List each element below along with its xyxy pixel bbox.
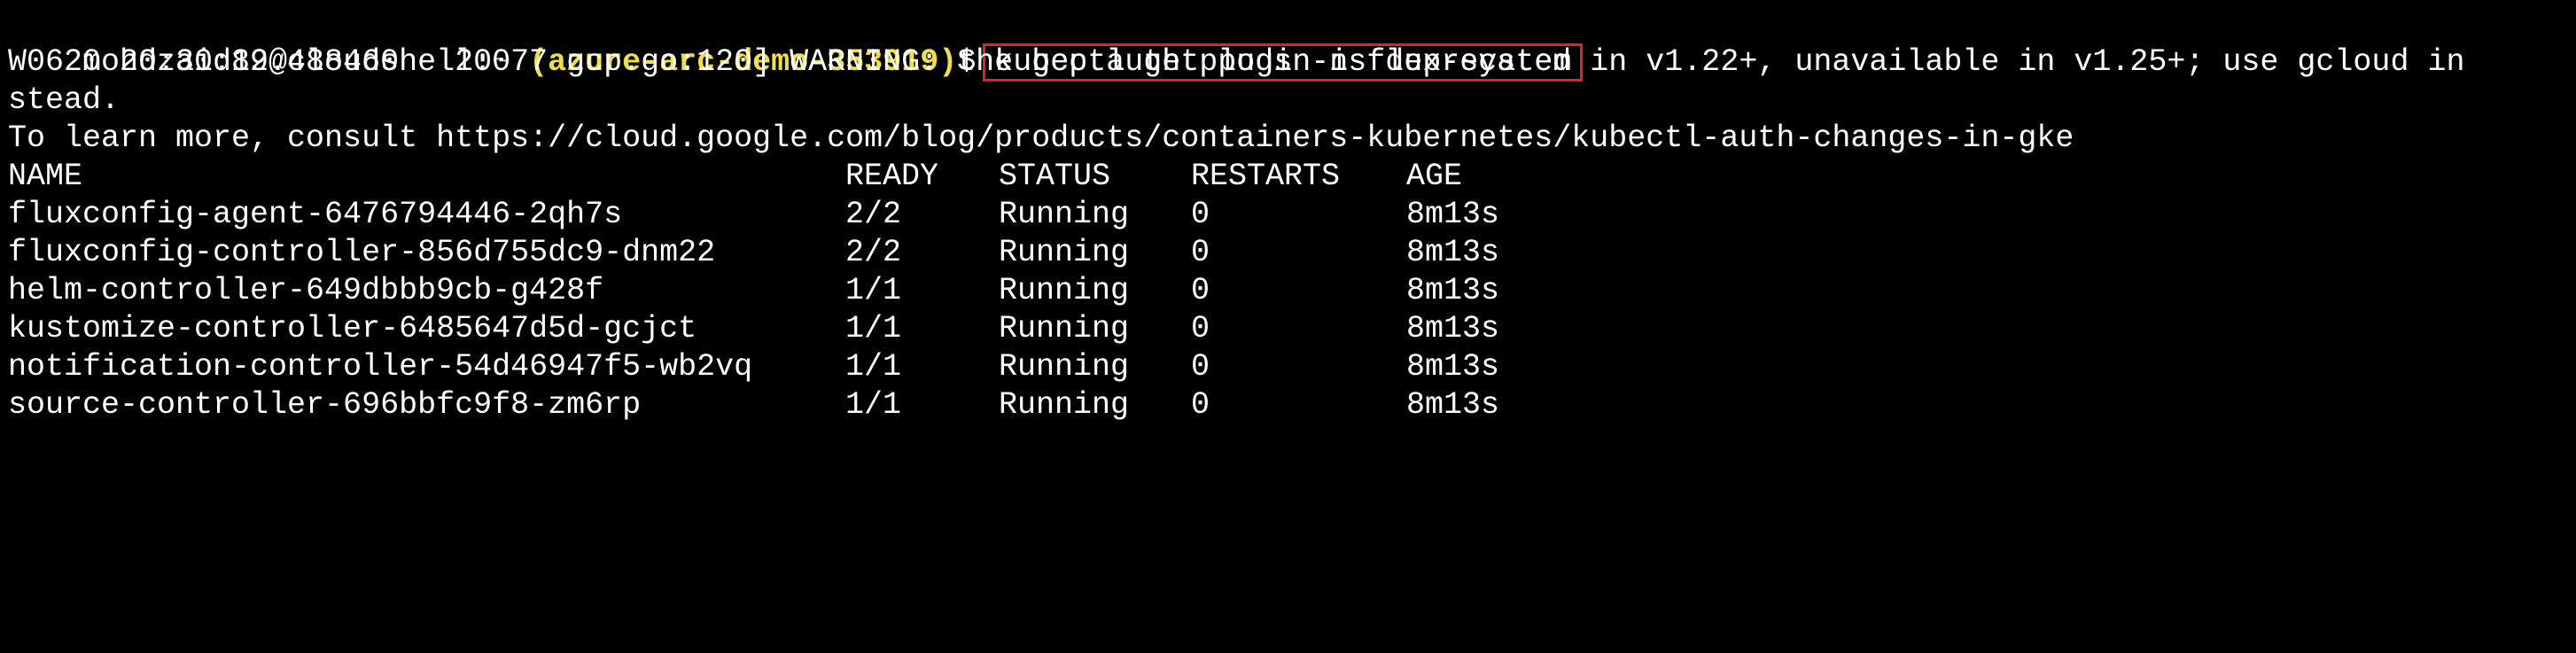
pod-name: source-controller-696bbfc9f8-zm6rp [8, 387, 642, 423]
command-prompt-line: mohdzaid89@cloudshell:~ (azure-arc-demo-… [8, 5, 1584, 82]
header-status: STATUS [999, 159, 1111, 194]
warning-line-1: W0620 20:30:12.488460 20077 gcp.go:120] … [8, 44, 2465, 80]
pod-ready: 2/2 [845, 197, 902, 232]
pod-name: fluxconfig-controller-856d755dc9-dnm22 [8, 235, 716, 270]
pod-ready: 1/1 [845, 349, 902, 385]
learn-more-line: To learn more, consult https://cloud.goo… [8, 120, 2074, 156]
header-name: NAME [8, 159, 83, 194]
pod-ready: 1/1 [845, 311, 902, 346]
pod-ready: 1/1 [845, 387, 902, 423]
header-ready: READY [845, 159, 939, 194]
table-row: kustomize-controller-6485647d5d-gcjct 1/… [8, 310, 1499, 348]
pod-name: kustomize-controller-6485647d5d-gcjct [8, 311, 697, 346]
table-row: notification-controller-54d46947f5-wb2vq… [8, 348, 1499, 386]
table-row: source-controller-696bbfc9f8-zm6rp 1/1 R… [8, 386, 1499, 424]
table-row: fluxconfig-agent-6476794446-2qh7s 2/2 Ru… [8, 196, 1499, 234]
pod-restarts: 0 [1191, 235, 1210, 270]
pod-name: fluxconfig-agent-6476794446-2qh7s [8, 197, 623, 232]
pod-restarts: 0 [1191, 197, 1210, 232]
table-row: helm-controller-649dbbb9cb-g428f 1/1 Run… [8, 272, 1499, 310]
pod-status: Running [999, 197, 1130, 232]
pod-restarts: 0 [1191, 311, 1210, 346]
pod-ready: 2/2 [845, 235, 902, 270]
pod-age: 8m13s [1406, 197, 1500, 232]
pod-ready: 1/1 [845, 273, 902, 308]
pod-age: 8m13s [1406, 387, 1500, 423]
pod-age: 8m13s [1406, 349, 1500, 385]
pod-restarts: 0 [1191, 349, 1210, 385]
header-age: AGE [1406, 159, 1463, 194]
table-row: fluxconfig-controller-856d755dc9-dnm22 2… [8, 234, 1499, 272]
pod-age: 8m13s [1406, 235, 1500, 270]
pod-status: Running [999, 349, 1130, 385]
pod-age: 8m13s [1406, 273, 1500, 308]
pod-restarts: 0 [1191, 387, 1210, 423]
pod-status: Running [999, 311, 1130, 346]
pod-status: Running [999, 273, 1130, 308]
warning-line-2: stead. [8, 82, 121, 118]
pod-name: notification-controller-54d46947f5-wb2vq [8, 349, 753, 385]
pod-restarts: 0 [1191, 273, 1210, 308]
pod-status: Running [999, 387, 1130, 423]
table-header: NAME READY STATUS RESTARTS AGE [8, 158, 1462, 196]
pod-status: Running [999, 235, 1130, 270]
pod-age: 8m13s [1406, 311, 1500, 346]
header-restarts: RESTARTS [1191, 159, 1341, 194]
terminal-window[interactable]: mohdzaid89@cloudshell:~ (azure-arc-demo-… [8, 0, 2569, 431]
pod-name: helm-controller-649dbbb9cb-g428f [8, 273, 604, 308]
